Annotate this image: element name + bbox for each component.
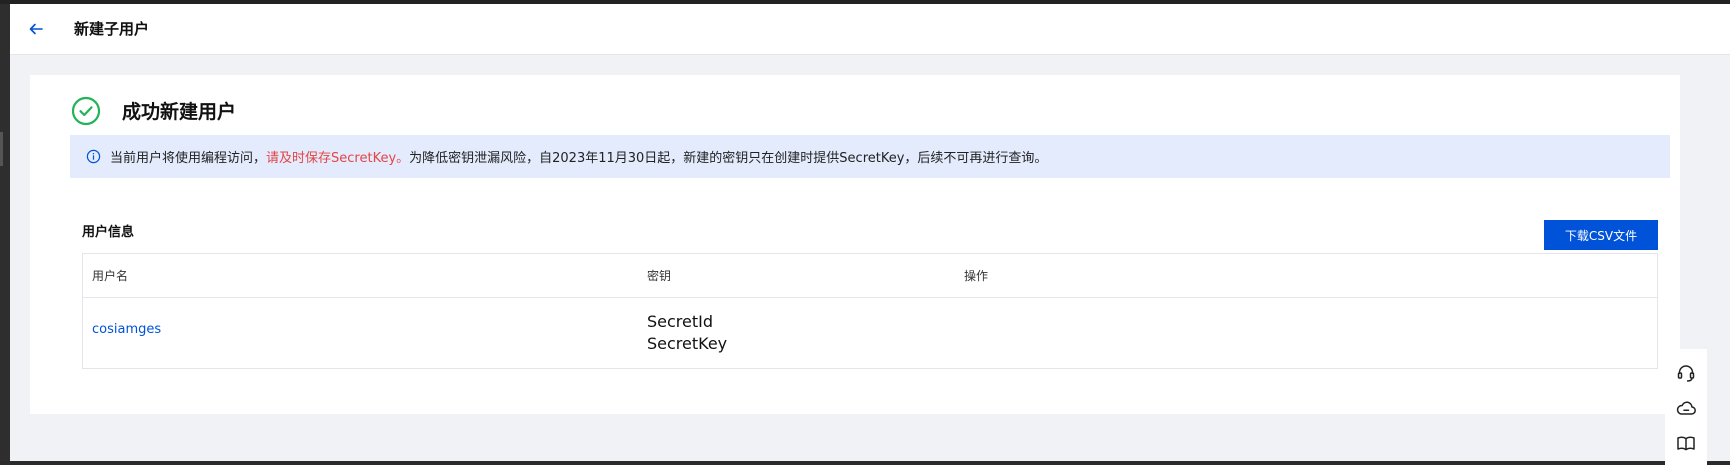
cloud-button[interactable] bbox=[1675, 397, 1697, 419]
secret-id-label: SecretId bbox=[647, 312, 714, 331]
column-header-key: 密钥 bbox=[647, 269, 672, 283]
table-header: 用户名 密钥 操作 bbox=[83, 254, 1657, 298]
column-header-actions: 操作 bbox=[964, 269, 989, 283]
username-link[interactable]: cosiamges bbox=[92, 322, 161, 337]
notice-text-after: 为降低密钥泄漏风险，自2023年11月30日起，新建的密钥只在创建时提供Secr… bbox=[409, 151, 1048, 166]
support-button[interactable] bbox=[1675, 362, 1697, 384]
column-header-username: 用户名 bbox=[92, 269, 129, 283]
user-info-table: 用户名 密钥 操作 cosiamges SecretId SecretKey bbox=[82, 253, 1658, 369]
arrow-left-icon bbox=[29, 23, 43, 35]
cloud-icon bbox=[1676, 401, 1696, 415]
download-csv-button[interactable]: 下载CSV文件 bbox=[1544, 220, 1658, 250]
result-card: 成功新建用户 当前用户将使用编程访问，请及时保存SecretKey。为降低密钥泄… bbox=[30, 75, 1680, 414]
back-button[interactable] bbox=[24, 18, 48, 40]
floating-toolbar bbox=[1665, 349, 1707, 465]
notice-banner: 当前用户将使用编程访问，请及时保存SecretKey。为降低密钥泄漏风险，自20… bbox=[70, 135, 1670, 178]
book-icon bbox=[1677, 436, 1695, 451]
info-circle-icon bbox=[86, 149, 101, 164]
left-edge bbox=[0, 4, 10, 461]
notice-text: 当前用户将使用编程访问，请及时保存SecretKey。为降低密钥泄漏风险，自20… bbox=[110, 147, 1047, 166]
secret-cell: SecretId SecretKey bbox=[647, 311, 727, 355]
left-edge-marker bbox=[0, 132, 3, 166]
docs-button[interactable] bbox=[1675, 432, 1697, 454]
user-info-section-title: 用户信息 bbox=[82, 225, 135, 240]
secret-key-label: SecretKey bbox=[647, 334, 728, 353]
notice-warning-text: 请及时保存SecretKey。 bbox=[266, 151, 410, 166]
page-header: 新建子用户 bbox=[10, 4, 1730, 55]
page-title: 新建子用户 bbox=[74, 20, 150, 38]
headset-icon bbox=[1677, 365, 1695, 382]
app-root: 新建子用户 成功新建用户 当前用户将使用编程访问，请及时保存SecretKey。… bbox=[10, 4, 1730, 465]
check-circle-icon bbox=[71, 96, 101, 126]
success-title: 成功新建用户 bbox=[122, 101, 237, 123]
table-row: cosiamges SecretId SecretKey bbox=[83, 298, 1657, 368]
notice-text-before: 当前用户将使用编程访问， bbox=[110, 151, 267, 166]
